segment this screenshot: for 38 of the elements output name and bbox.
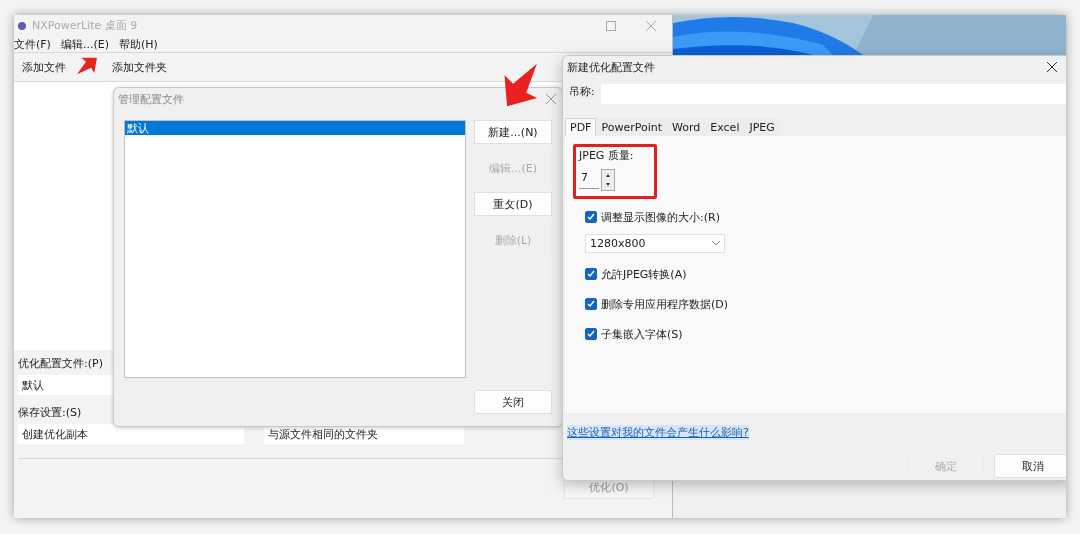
tab[interactable]: Word <box>667 118 706 136</box>
dialog-button[interactable]: 新建...(N) <box>474 120 552 144</box>
close-icon[interactable] <box>1047 62 1057 72</box>
tab[interactable]: Excel <box>705 118 745 136</box>
help-link[interactable]: 这些设置对我的文件会产生什么影响? <box>567 425 749 440</box>
menu-item[interactable]: 帮助(H) <box>118 36 158 52</box>
chevron-down-icon <box>712 241 720 246</box>
dialog-title: 新建优化配置文件 <box>567 59 655 75</box>
close-button[interactable]: 关闭 <box>474 390 552 414</box>
tab[interactable]: PowerPoint <box>596 118 667 136</box>
tab[interactable]: JPEG <box>744 118 780 136</box>
option-label: 调整显示图像的大小:(R) <box>601 209 720 225</box>
spinner-arrows-icon[interactable] <box>601 169 615 191</box>
app-icon <box>18 21 26 30</box>
tab[interactable]: PDF <box>565 118 597 136</box>
dialog-title: 管理配置文件 <box>118 91 184 107</box>
quality-field[interactable]: 7 <box>579 171 599 189</box>
size-dropdown[interactable]: 1280x800 <box>585 234 725 253</box>
option-label: 允許JPEG转换(A) <box>601 266 687 282</box>
toolbar-button[interactable]: 添加文件 <box>22 59 66 75</box>
name-field[interactable] <box>600 84 1066 104</box>
list-item[interactable]: 默认 <box>125 121 465 135</box>
checkbox[interactable] <box>585 211 597 223</box>
checkbox[interactable] <box>585 328 597 340</box>
toolbar-button[interactable]: 添加文件夹 <box>112 59 167 75</box>
option-label: 删除专用应用程序数据(D) <box>601 296 729 312</box>
dialog-button[interactable]: 取消 <box>994 454 1066 478</box>
dialog-button[interactable]: 重攵(D) <box>474 192 552 216</box>
checkbox[interactable] <box>585 298 597 310</box>
option-label: 子集嵌入字体(S) <box>601 326 683 342</box>
field-label: 吊称: <box>569 84 595 99</box>
menu-item[interactable]: 编辑...(E) <box>60 36 109 52</box>
field-label: 保存设置:(S) <box>18 405 82 420</box>
field-label: 优化配置文件:(P) <box>18 356 103 371</box>
menu-item[interactable]: 文件(F) <box>14 36 51 52</box>
window-title: NXPowerLite 桌面 9 <box>32 18 138 33</box>
field-label: JPEG 质量: <box>579 148 634 163</box>
checkbox[interactable] <box>585 268 597 280</box>
